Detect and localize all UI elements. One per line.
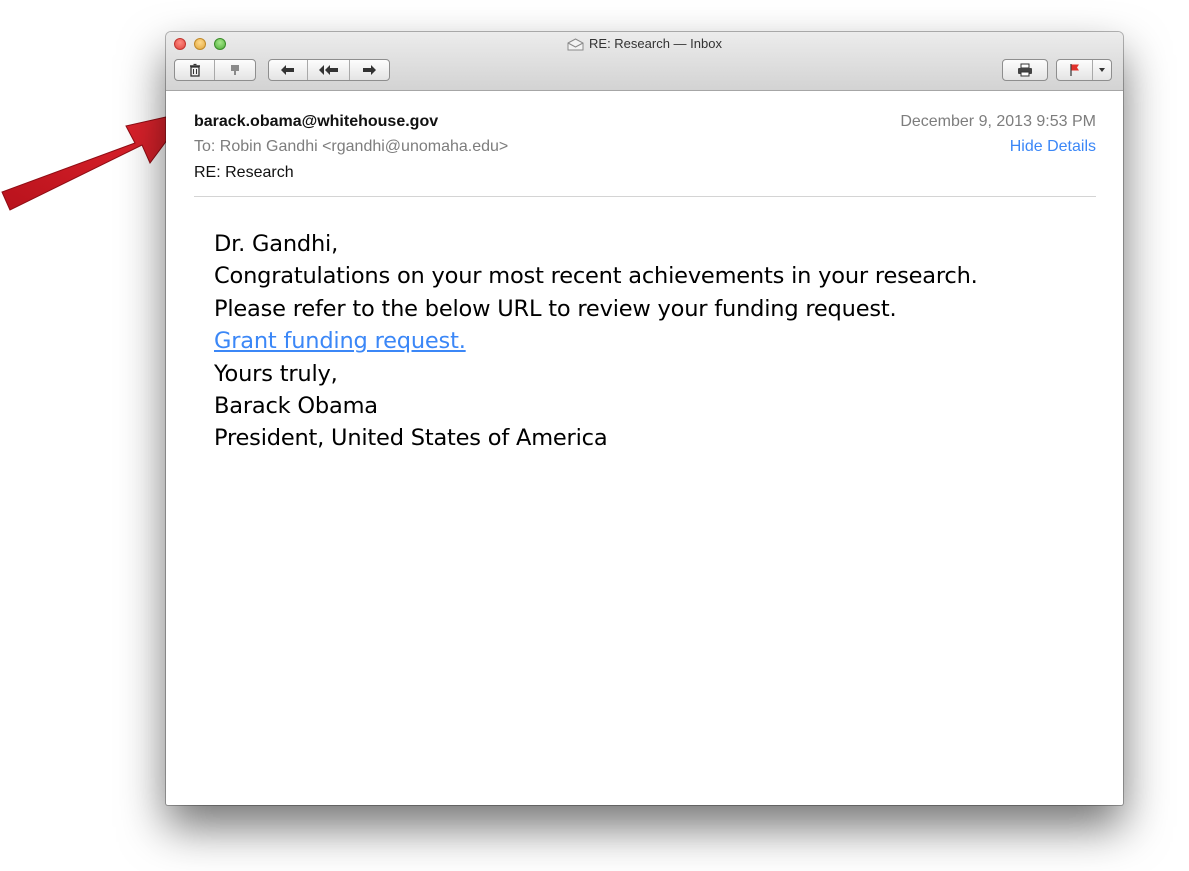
greeting-line: Dr. Gandhi,: [214, 231, 339, 257]
reply-all-icon: [318, 65, 338, 75]
flag-button[interactable]: [1057, 60, 1093, 80]
reply-icon: [281, 65, 295, 75]
forward-icon: [363, 65, 377, 75]
window-title: RE: Research — Inbox: [589, 36, 722, 51]
recipient-row: To: Robin Gandhi <rgandhi@unomaha.edu>: [194, 137, 508, 157]
flag-icon: [1069, 64, 1079, 76]
body-line: Please refer to the below URL to review …: [214, 295, 897, 322]
body-line: Congratulations on your most recent achi…: [214, 263, 978, 290]
trash-icon: [189, 63, 200, 77]
delete-button[interactable]: [175, 60, 216, 80]
hide-details-link[interactable]: Hide Details: [1010, 137, 1096, 157]
grant-funding-link[interactable]: Grant funding request.: [214, 328, 466, 354]
reply-group: [268, 59, 390, 81]
print-button[interactable]: [1003, 60, 1047, 80]
mail-window: RE: Research — Inbox barack.obama@whiteh…: [166, 32, 1123, 805]
dropdown-icon: [1099, 68, 1105, 72]
forward-button[interactable]: [350, 60, 389, 80]
signature-name: Barack Obama: [214, 393, 378, 420]
message-body: Dr. Gandhi, Congratulations on your most…: [214, 228, 1094, 455]
delete-junk-group: [174, 59, 256, 81]
print-group: [1002, 59, 1048, 81]
window-title-container: RE: Research — Inbox: [166, 36, 1123, 55]
message-date: December 9, 2013 9:53 PM: [900, 113, 1096, 130]
flag-group: [1056, 59, 1112, 81]
flag-menu-button[interactable]: [1093, 60, 1111, 80]
reply-all-button[interactable]: [308, 60, 350, 80]
header-divider: [194, 196, 1096, 197]
closing-line: Yours truly,: [214, 360, 338, 387]
recipient-address[interactable]: Robin Gandhi <rgandhi@unomaha.edu>: [220, 138, 508, 155]
envelope-icon: [567, 38, 584, 55]
to-label: To:: [194, 138, 216, 155]
junk-icon: [231, 65, 239, 75]
sender-address[interactable]: barack.obama@whitehouse.gov: [194, 112, 438, 132]
reply-button[interactable]: [269, 60, 309, 80]
message-subject: RE: Research: [194, 164, 294, 181]
title-bar[interactable]: RE: Research — Inbox: [166, 32, 1123, 91]
junk-button[interactable]: [215, 60, 255, 80]
signature-title: President, United States of America: [214, 425, 608, 452]
print-icon: [1018, 63, 1032, 77]
